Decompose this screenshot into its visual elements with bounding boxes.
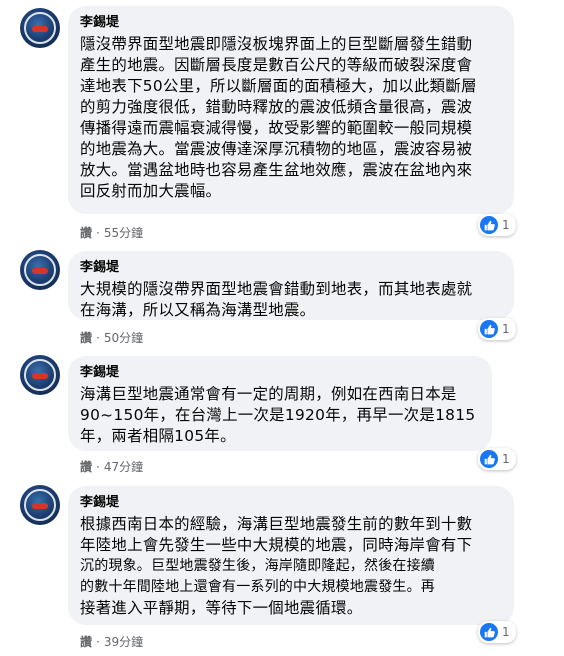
comment-text-line: 隱沒帶界面型地震即隱沒板塊界面上的巨型斷層發生錯動 (80, 35, 473, 53)
comment-author[interactable]: 李錫堤 (80, 259, 502, 277)
timestamp[interactable]: 50分鐘 (104, 331, 143, 345)
avatar[interactable] (20, 355, 60, 395)
reaction-count: 1 (502, 625, 510, 639)
thumbs-up-icon (480, 450, 498, 468)
comment-text: 海溝巨型地震通常會有一定的周期，例如在西南日本是 90~150年，在台灣上一次是… (80, 384, 480, 447)
avatar[interactable] (20, 250, 60, 290)
comment-bubble: 李錫堤 海溝巨型地震通常會有一定的周期，例如在西南日本是 90~150年，在台灣… (68, 356, 492, 451)
thumbs-up-icon (480, 623, 498, 641)
comment-text-line: 的地震為大。當震波傳達深厚沉積物的地區，震波容易被 (80, 140, 473, 158)
comment-text-line: 回反射而加大震幅。 (80, 182, 222, 200)
timestamp[interactable]: 55分鐘 (104, 226, 143, 240)
comment-author[interactable]: 李錫堤 (80, 364, 480, 382)
reaction-summary[interactable]: 1 (478, 448, 516, 470)
avatar[interactable] (20, 8, 60, 48)
comment-text-line: 沉的現象。巨型地震發生後，海岸隨即隆起，然後在接續 (80, 558, 435, 574)
like-button[interactable]: 讚 (80, 331, 92, 345)
reaction-count: 1 (502, 218, 510, 232)
comment-bubble: 李錫堤 大規模的隱沒帶界面型地震會錯動到地表，而其地表處就 在海溝，所以又稱為海… (68, 251, 514, 320)
comment-author[interactable]: 李錫堤 (80, 14, 502, 32)
comment-bubble: 李錫堤 根據西南日本的經驗，海溝巨型地震發生前的數年到十數 年陸地上會先發生一些… (68, 486, 514, 625)
comment-author[interactable]: 李錫堤 (80, 494, 502, 512)
comment-text-line: 的剪力強度很低，錯動時釋放的震波低頻含量很高，震波 (80, 98, 473, 116)
reaction-summary[interactable]: 1 (478, 318, 516, 340)
reaction-count: 1 (502, 322, 510, 336)
like-button[interactable]: 讚 (80, 226, 92, 240)
comment-text-line: 年陸地上會先發生一些中大規模的地震，同時海岸會有下 (80, 536, 473, 554)
comment-text-line: 產生的地震。因斷層長度是數百公尺的等級而破裂深度會 (80, 56, 473, 74)
comment-meta: 讚 · 39分鐘 (80, 635, 144, 649)
comment-text: 大規模的隱沒帶界面型地震會錯動到地表，而其地表處就 在海溝，所以又稱為海溝型地震… (80, 279, 502, 321)
comment-text: 隱沒帶界面型地震即隱沒板塊界面上的巨型斷層發生錯動 產生的地震。因斷層長度是數百… (80, 34, 502, 202)
comment-text: 根據西南日本的經驗，海溝巨型地震發生前的數年到十數 年陸地上會先發生一些中大規模… (80, 514, 502, 619)
comment-text-line: 根據西南日本的經驗，海溝巨型地震發生前的數年到十數 (80, 515, 473, 533)
comment-text-line: 大規模的隱沒帶界面型地震會錯動到地表，而其地表處就 (80, 280, 473, 298)
reaction-summary[interactable]: 1 (478, 214, 516, 236)
thumbs-up-icon (480, 320, 498, 338)
timestamp[interactable]: 39分鐘 (104, 635, 143, 649)
comment-text-line: 海溝巨型地震通常會有一定的周期，例如在西南日本是 (80, 385, 457, 403)
reaction-count: 1 (502, 452, 510, 466)
comment-text-line: 接著進入平靜期，等待下一個地震循環。 (80, 599, 363, 617)
comment-text-line: 傳播得遠而震幅衰減得慢，故受影響的範圍較一般同規模 (80, 119, 473, 137)
comment-text-line: 90~150年，在台灣上一次是1920年，再早一次是1815 (80, 406, 476, 424)
avatar[interactable] (20, 485, 60, 525)
comment-text-line: 年，兩者相隔105年。 (80, 427, 236, 445)
reaction-summary[interactable]: 1 (478, 621, 516, 643)
comment-text-line: 的數十年間陸地上還會有一系列的中大規模地震發生。再 (80, 579, 435, 595)
comment-text-line: 在海溝，所以又稱為海溝型地震。 (80, 301, 316, 319)
thumbs-up-icon (480, 216, 498, 234)
like-button[interactable]: 讚 (80, 635, 92, 649)
like-button[interactable]: 讚 (80, 460, 92, 474)
comment-meta: 讚 · 47分鐘 (80, 460, 144, 474)
timestamp[interactable]: 47分鐘 (104, 460, 143, 474)
comment-bubble: 李錫堤 隱沒帶界面型地震即隱沒板塊界面上的巨型斷層發生錯動 產生的地震。因斷層長… (68, 6, 514, 214)
comment-meta: 讚 · 55分鐘 (80, 226, 144, 240)
comment-meta: 讚 · 50分鐘 (80, 331, 144, 345)
comment-text-line: 達地表下50公里，所以斷層面的面積極大，加以此類斷層 (80, 77, 477, 95)
comment-text-line: 放大。當遇盆地時也容易產生盆地效應，震波在盆地內來 (80, 161, 473, 179)
